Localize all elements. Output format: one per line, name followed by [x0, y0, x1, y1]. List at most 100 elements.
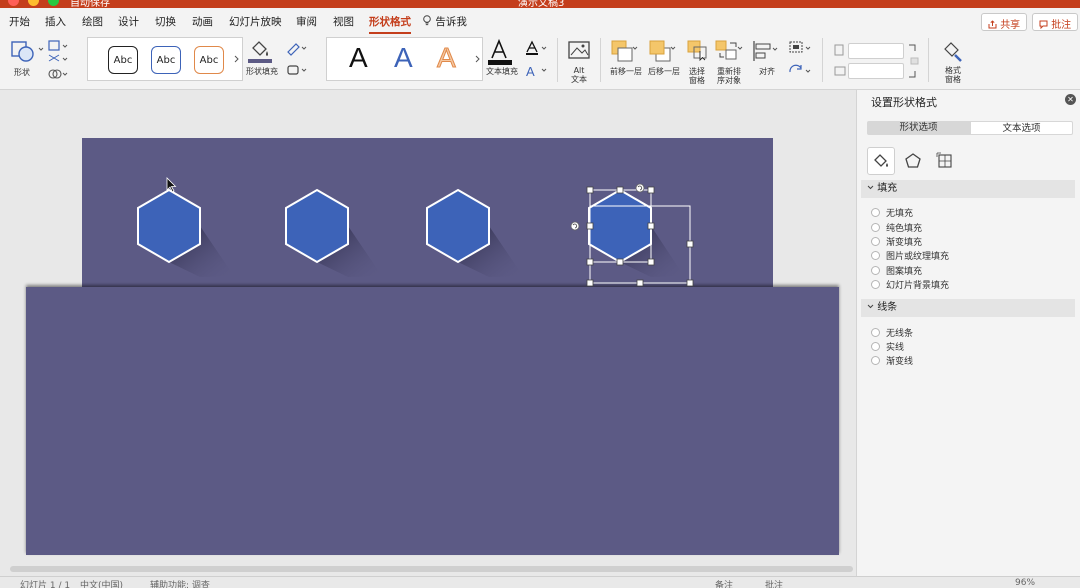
zoom-level[interactable]: 96%: [1015, 578, 1035, 588]
resize-handle[interactable]: [586, 186, 594, 194]
hexagon-shape[interactable]: [137, 188, 234, 277]
shape-style-preview-2[interactable]: Abc: [151, 46, 181, 74]
tab-text-options[interactable]: 文本选项: [970, 121, 1073, 135]
shape-styles-gallery[interactable]: Abc Abc Abc: [87, 37, 243, 81]
fill-option-label: 渐变填充: [886, 238, 923, 248]
wordart-preview-blue[interactable]: A: [394, 42, 413, 74]
size-properties-tab[interactable]: [931, 147, 959, 175]
outline-and-effects-icons[interactable]: [285, 40, 309, 80]
line-option-none[interactable]: 无线条: [871, 326, 913, 339]
resize-handle[interactable]: [586, 258, 594, 266]
lock-aspect-ratio-icon[interactable]: [907, 43, 921, 79]
resize-handle[interactable]: [586, 222, 594, 230]
fill-section-header[interactable]: 填充: [861, 180, 1075, 198]
tell-me[interactable]: 告诉我: [422, 14, 467, 29]
line-option-gradient[interactable]: 渐变线: [871, 354, 913, 367]
shape-label: 形状: [14, 68, 30, 77]
notes-button[interactable]: 备注: [715, 578, 733, 588]
fill-option-none[interactable]: 无填充: [871, 206, 913, 219]
radio-button[interactable]: [871, 208, 880, 217]
radio-button[interactable]: [871, 356, 880, 365]
tab-slideshow[interactable]: 幻灯片放映: [229, 14, 282, 29]
group-and-rotate-icons[interactable]: [787, 40, 815, 80]
format-pane-label: 格式 窗格: [945, 66, 961, 84]
resize-handle[interactable]: [647, 258, 655, 266]
alt-text-icon[interactable]: [567, 40, 591, 62]
share-button[interactable]: 共享: [981, 13, 1028, 31]
fill-option-slide-background[interactable]: 幻灯片背景填充: [871, 278, 949, 291]
text-outline-and-effects-icons[interactable]: A: [524, 40, 552, 80]
tab-view[interactable]: 视图: [333, 14, 354, 29]
radio-button[interactable]: [871, 251, 880, 260]
fill-option-picture[interactable]: 图片或纹理填充: [871, 249, 949, 262]
hexagon-shape-selected[interactable]: [588, 188, 684, 277]
ribbon-separator: [822, 38, 823, 82]
slide-canvas[interactable]: [0, 90, 856, 576]
minimize-window-button[interactable]: [28, 0, 40, 6]
align-icon[interactable]: [751, 40, 781, 62]
tab-animations[interactable]: 动画: [192, 14, 213, 29]
tab-shape-format[interactable]: 形状格式: [369, 14, 411, 34]
send-backward-icon[interactable]: [647, 39, 677, 63]
bring-forward-icon[interactable]: [609, 39, 639, 63]
tab-design[interactable]: 设计: [118, 14, 139, 29]
wordart-preview-orange[interactable]: A: [437, 42, 457, 74]
wordart-preview-black[interactable]: A: [349, 42, 368, 74]
shape-style-preview-3[interactable]: Abc: [194, 46, 224, 74]
rotate-handle-icon[interactable]: [570, 221, 580, 231]
radio-button[interactable]: [871, 280, 880, 289]
resize-handle[interactable]: [647, 186, 655, 194]
close-pane-icon[interactable]: ✕: [1065, 94, 1076, 105]
resize-handle[interactable]: [636, 279, 644, 287]
comments-status-button[interactable]: 批注: [765, 578, 783, 588]
fill-option-solid[interactable]: 纯色填充: [871, 221, 922, 234]
resize-handle[interactable]: [616, 258, 624, 266]
fill-and-line-tab[interactable]: [867, 147, 895, 175]
resize-handle[interactable]: [686, 240, 694, 248]
radio-button[interactable]: [871, 266, 880, 275]
resize-handle[interactable]: [586, 279, 594, 287]
comments-button[interactable]: 批注: [1032, 13, 1079, 31]
fill-option-pattern[interactable]: 图案填充: [871, 264, 922, 277]
resize-handle[interactable]: [616, 186, 624, 194]
effects-tab[interactable]: [899, 147, 927, 175]
text-fill-icon[interactable]: [487, 38, 513, 66]
tab-transitions[interactable]: 切换: [155, 14, 176, 29]
hexagon-shape[interactable]: [426, 188, 523, 277]
chevron-down-icon[interactable]: [38, 46, 44, 52]
tab-review[interactable]: 审阅: [296, 14, 317, 29]
rotate-handle-icon[interactable]: [635, 183, 645, 193]
accessibility-status[interactable]: 辅助功能: 调查: [150, 578, 210, 588]
resize-handle[interactable]: [686, 279, 694, 287]
close-window-button[interactable]: [8, 0, 19, 6]
shape-style-preview-1[interactable]: Abc: [108, 46, 138, 74]
shape-height-input[interactable]: [848, 43, 904, 59]
radio-button[interactable]: [871, 223, 880, 232]
zoom-window-button[interactable]: [48, 0, 60, 6]
language-indicator[interactable]: 中文(中国): [80, 578, 123, 588]
shape-width-input[interactable]: [848, 63, 904, 79]
shapes-icon[interactable]: [10, 40, 36, 64]
tab-draw[interactable]: 绘图: [82, 14, 103, 29]
line-section-header[interactable]: 线条: [861, 299, 1075, 317]
format-shape-pane: 设置形状格式 ✕ 形状选项 文本选项 填充 无填充 纯色填充 渐变填充 图片或纹…: [856, 90, 1080, 576]
horizontal-scrollbar[interactable]: [10, 566, 853, 572]
line-option-solid[interactable]: 实线: [871, 340, 904, 353]
paint-bucket-icon[interactable]: [247, 38, 273, 64]
tab-insert[interactable]: 插入: [45, 14, 66, 29]
radio-button[interactable]: [871, 342, 880, 351]
resize-handle[interactable]: [647, 222, 655, 230]
format-pane-icon[interactable]: [941, 39, 965, 63]
chevron-right-icon[interactable]: [234, 55, 240, 63]
wordart-styles-gallery[interactable]: A A A: [326, 37, 483, 81]
selection-pane-icon[interactable]: [686, 39, 710, 61]
tab-home[interactable]: 开始: [9, 14, 30, 29]
edit-shape-icons[interactable]: [47, 39, 69, 81]
reorder-objects-icon[interactable]: [714, 39, 744, 61]
chevron-right-icon[interactable]: [475, 55, 481, 63]
radio-button[interactable]: [871, 328, 880, 337]
fill-option-gradient[interactable]: 渐变填充: [871, 235, 922, 248]
tab-shape-options[interactable]: 形状选项: [867, 121, 970, 135]
hexagon-shape[interactable]: [285, 188, 382, 277]
radio-button[interactable]: [871, 237, 880, 246]
